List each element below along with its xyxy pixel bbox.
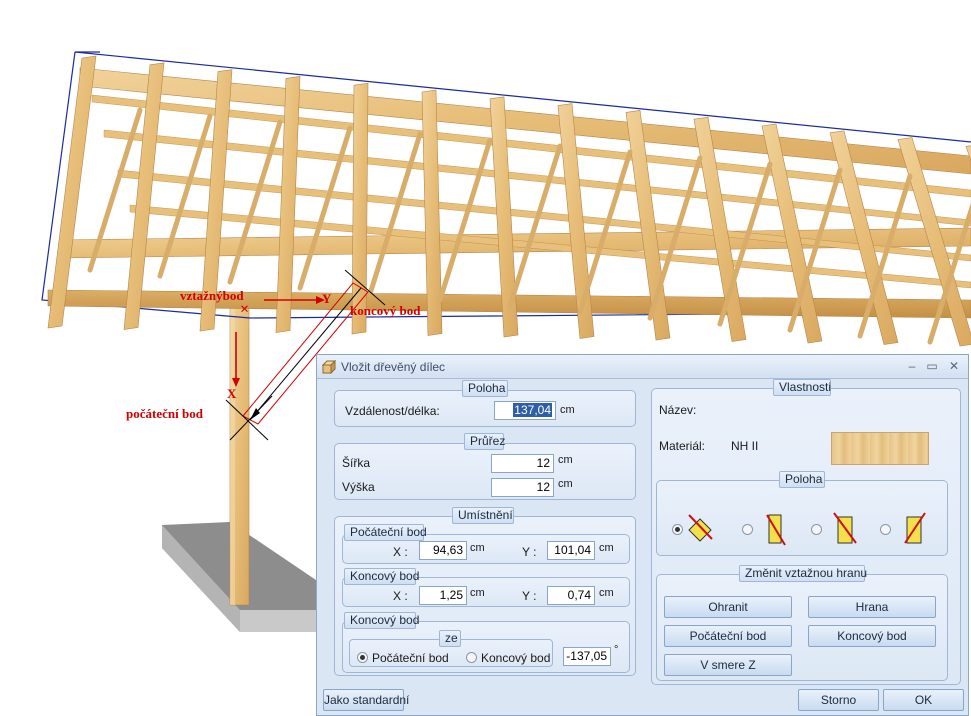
position-radio-3[interactable] [811, 524, 822, 535]
width-input[interactable]: 12 [491, 454, 554, 473]
from-start-label[interactable]: Počáteční bod [372, 651, 449, 665]
start-y-label: Y : [522, 545, 537, 559]
start-point-label: počáteční bod [126, 406, 203, 421]
timber-icon [322, 360, 336, 374]
post [229, 299, 250, 606]
start-y-input[interactable]: 101,04 [547, 541, 595, 560]
height-input[interactable]: 12 [491, 478, 554, 497]
start-x-input[interactable]: 94,63 [419, 541, 467, 560]
rafter [47, 55, 97, 329]
dialog-titlebar[interactable]: Vložit dřevěný dílec – ▭ ✕ [317, 355, 968, 379]
start-x-unit: cm [470, 542, 485, 554]
from-start-radio[interactable] [357, 652, 368, 663]
maximize-button[interactable]: ▭ [923, 358, 941, 374]
reference-point-marker: × [240, 301, 250, 318]
material-value: NH II [731, 439, 759, 453]
material-label: Materiál: [659, 439, 706, 453]
position-rect-tilt-icon[interactable] [832, 511, 858, 547]
width-label: Šířka [342, 456, 371, 470]
from-end-radio[interactable] [466, 652, 477, 663]
end-point2-title: Koncový bod [344, 612, 419, 629]
z-direction-button[interactable]: V smere Z [664, 654, 792, 676]
hrana-button[interactable]: Hrana [808, 596, 936, 618]
brace [367, 131, 423, 297]
poloha-title: Poloha [462, 380, 508, 397]
end-y-unit: cm [599, 587, 614, 599]
start-point-button[interactable]: Počáteční bod [664, 625, 792, 647]
from-title: ze [439, 630, 461, 647]
end-point-title: Koncový bod [344, 568, 419, 585]
end-point-label: koncový bod [350, 303, 421, 318]
set-default-button[interactable]: Jako standardní [323, 689, 409, 711]
width-unit: cm [558, 454, 573, 466]
start-y-unit: cm [599, 542, 614, 554]
position-rect-icon[interactable] [763, 511, 789, 547]
prurez-title: Průřez [464, 433, 505, 450]
material-swatch[interactable] [831, 432, 929, 465]
end-y-input[interactable]: 0,74 [547, 586, 595, 605]
start-point-title: Počáteční bod [344, 524, 427, 541]
end-point-button[interactable]: Koncový bod [808, 625, 936, 647]
umisteni-title: Umístnění [452, 507, 514, 524]
brace [437, 137, 493, 303]
height-label: Výška [342, 480, 375, 494]
angle-unit: ° [614, 644, 619, 656]
ok-button[interactable]: OK [883, 689, 964, 711]
edge-title: Změnit vztažnou hranu [739, 565, 867, 582]
position-radio-1[interactable] [672, 524, 683, 535]
end-x-unit: cm [470, 587, 485, 599]
distance-value: 137,04 [513, 403, 552, 417]
height-unit: cm [558, 478, 573, 490]
prurez-panel [334, 443, 636, 500]
axis-x-label: X [227, 386, 237, 401]
angle-input[interactable]: -137,05 [563, 647, 611, 666]
close-button[interactable]: ✕ [945, 358, 963, 374]
dialog-title: Vložit dřevěný dílec [341, 360, 446, 374]
end-x-input[interactable]: 1,25 [419, 586, 467, 605]
ohranit-button[interactable]: Ohranit [664, 596, 792, 618]
distance-label: Vzdálenost/délka: [345, 404, 440, 418]
end-y-label: Y : [522, 589, 537, 603]
position-rect-flip-icon[interactable] [901, 511, 927, 547]
end-x-label: X : [393, 589, 408, 603]
position-title: Poloha [779, 471, 825, 488]
distance-input[interactable]: 137,04 [494, 401, 556, 420]
cancel-button[interactable]: Storno [798, 689, 879, 711]
insert-timber-dialog: Vložit dřevěný dílec – ▭ ✕ Poloha Vzdále… [316, 354, 969, 716]
name-label: Název: [659, 403, 697, 417]
brace [577, 149, 633, 315]
from-end-label[interactable]: Koncový bod [481, 651, 550, 665]
minimize-button[interactable]: – [903, 358, 921, 374]
position-radio-4[interactable] [880, 524, 891, 535]
axis-y-label: Y [322, 291, 332, 306]
brace [507, 143, 563, 309]
position-rotated-icon[interactable] [687, 511, 713, 547]
start-x-label: X : [393, 545, 408, 559]
vlastnosti-title: Vlastnosti [773, 379, 831, 396]
position-radio-2[interactable] [742, 524, 753, 535]
reference-point-label: vztažnýbod [180, 288, 244, 303]
distance-unit: cm [560, 404, 575, 416]
